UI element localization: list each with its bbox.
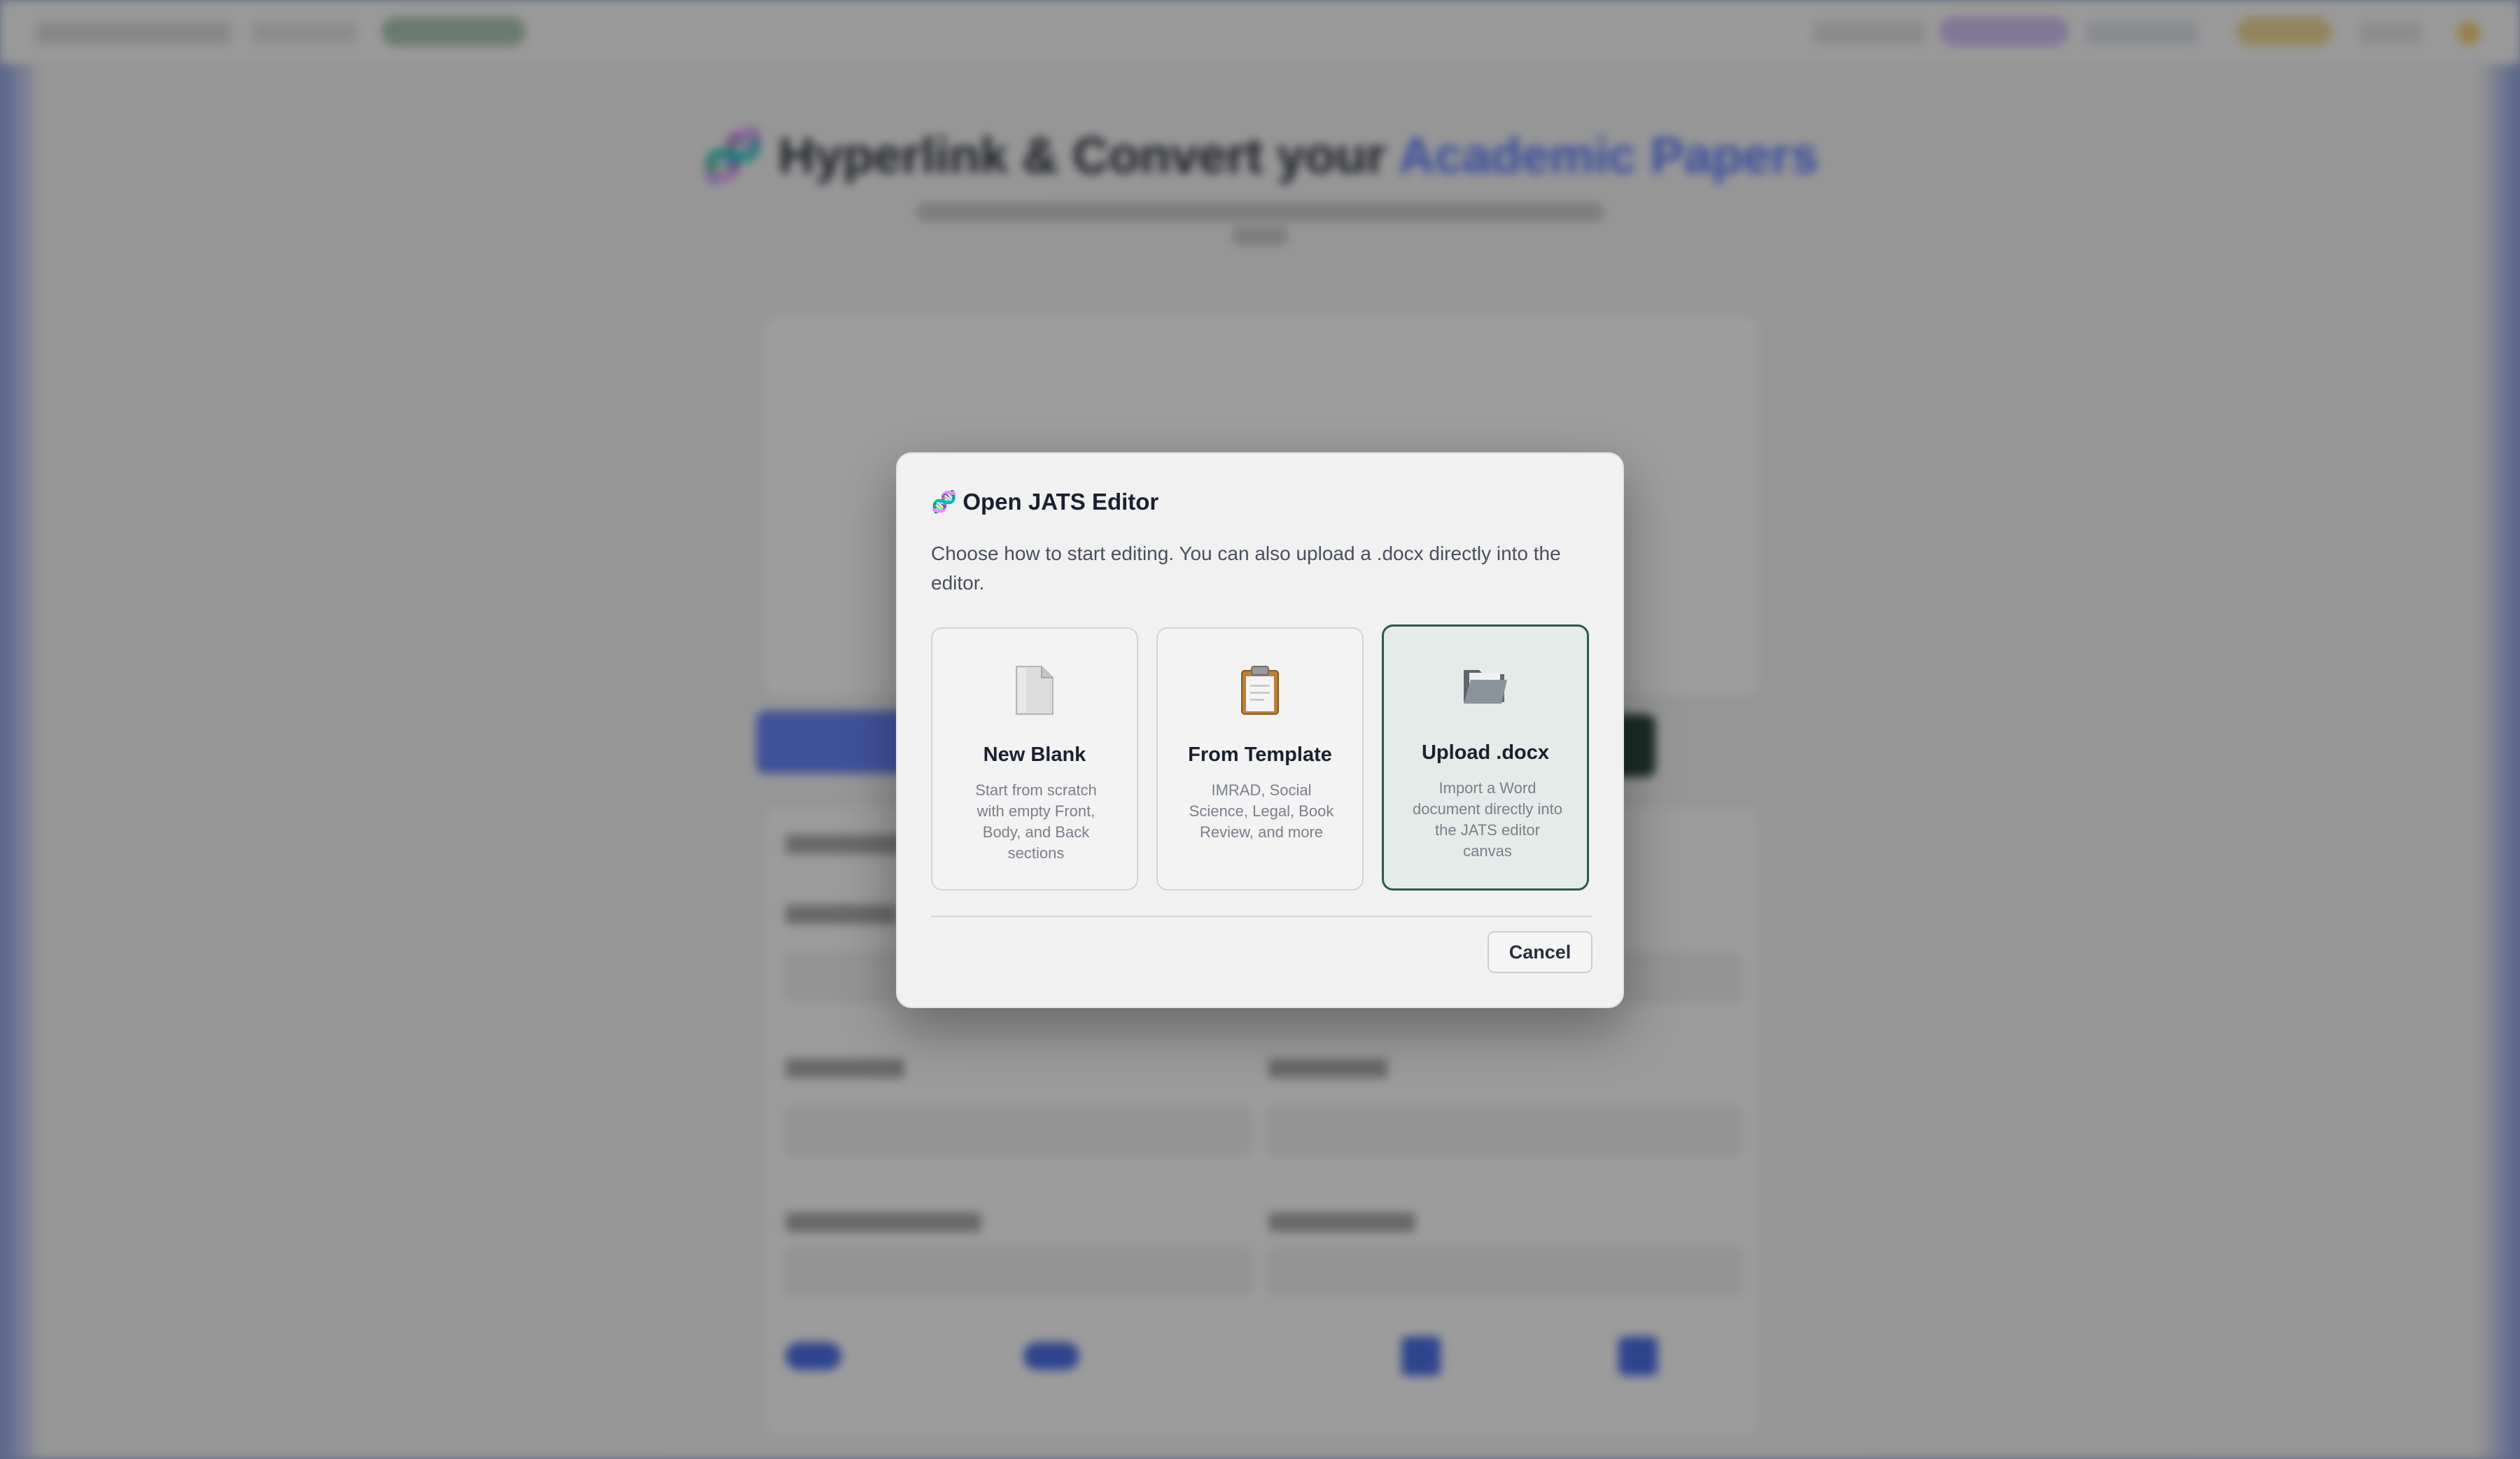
option-description: IMRAD, Social Science, Legal, Book Revie… (1189, 781, 1334, 841)
dialog-title-text: Open JATS Editor (962, 489, 1159, 515)
blank-document-icon (932, 665, 1137, 718)
option-description: Import a Word document directly into the… (1413, 779, 1562, 860)
dialog-title: 🧬 Open JATS Editor (931, 489, 1158, 515)
option-label: New Blank (983, 744, 1086, 766)
option-label: Upload .docx (1421, 741, 1550, 764)
folder-icon (1384, 663, 1587, 716)
option-label: From Template (1188, 744, 1332, 766)
option-description: Start from scratch with empty Front, Bod… (975, 781, 1097, 862)
upload-docx-option[interactable]: Upload .docx Import a Word document dire… (1382, 624, 1589, 891)
from-template-option[interactable]: From Template IMRAD, Social Science, Leg… (1156, 627, 1364, 891)
cancel-button[interactable]: Cancel (1488, 931, 1592, 973)
new-blank-option[interactable]: New Blank Start from scratch with empty … (931, 627, 1138, 891)
clipboard-icon (1158, 665, 1362, 718)
dna-icon: 🧬 (931, 490, 958, 514)
dialog-divider (931, 916, 1592, 917)
dialog-description: Choose how to start editing. You can als… (931, 543, 1561, 594)
open-jats-editor-dialog: 🧬 Open JATS Editor Choose how to start e… (896, 452, 1624, 1008)
